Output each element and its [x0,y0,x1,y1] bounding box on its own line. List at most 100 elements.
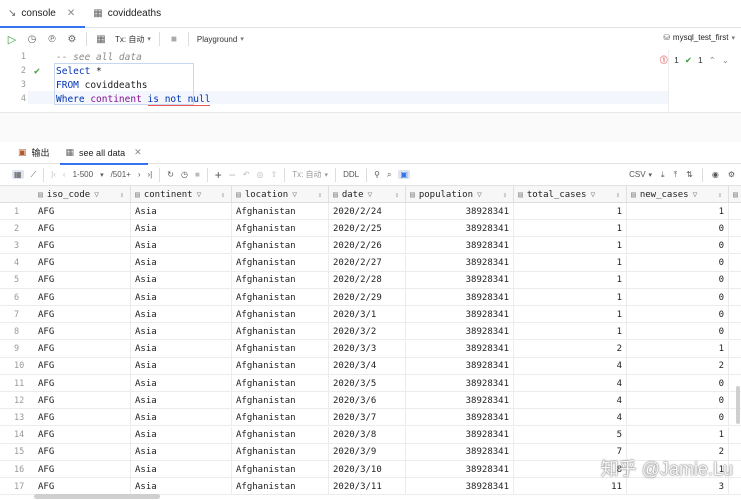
cell-new-cases[interactable]: 0 [627,254,729,272]
cell-location[interactable]: Afghanistan [232,237,329,255]
chevron-up-icon[interactable]: ⌃ [709,55,716,66]
cell-total-cases[interactable]: 1 [514,289,627,306]
sort-icon[interactable]: ⇕ [318,191,322,199]
row-number[interactable]: 5 [0,272,34,289]
cell-continent[interactable]: Asia [131,220,232,238]
chart-view-icon[interactable]: ⟋ [31,170,37,180]
cell-continent[interactable]: Asia [131,323,232,341]
ddl-button[interactable]: DDL [343,170,359,179]
cell-new-cases[interactable]: 0 [627,289,729,306]
next-page-icon[interactable]: › [138,170,141,179]
settings-icon[interactable]: ⚙ [66,33,78,45]
explain-icon[interactable]: ℗ [46,33,58,45]
cell-location[interactable]: Afghanistan [232,357,329,375]
cell-continent[interactable]: Asia [131,375,232,392]
close-icon[interactable]: ✕ [67,8,75,19]
chevron-down-icon[interactable]: ⌄ [722,55,729,66]
filter-icon[interactable]: ▽ [292,190,297,199]
cell-date[interactable]: 2020/2/28 [329,271,406,289]
cell-date[interactable]: 2020/2/25 [329,220,406,238]
cell-date[interactable]: 2020/2/27 [329,254,406,272]
vertical-scrollbar[interactable] [736,386,740,424]
table-row[interactable]: 8 AFG Asia Afghanistan 2020/3/2 38928341 1 0 [0,323,741,341]
cell-location[interactable]: Afghanistan [232,220,329,238]
row-number[interactable]: 13 [0,409,34,426]
cell-iso-code[interactable]: AFG [34,203,131,220]
result-grid[interactable]: ▤ iso_code ▽ ⇕ ▤ continent ▽ ⇕ ▤ location ▽ ⇕ ▤ da… [0,186,741,500]
cell-population[interactable]: 38928341 [406,478,514,496]
table-row[interactable]: 9 AFG Asia Afghanistan 2020/3/3 38928341 2 1 [0,340,741,358]
editor-results-splitter[interactable] [0,112,741,142]
prev-page-icon[interactable]: ‹ [63,170,66,179]
cell-date[interactable]: 2020/3/6 [329,392,406,410]
cell-date[interactable]: 2020/2/24 [329,203,406,220]
cell-total-cases[interactable]: 1 [514,220,627,238]
cell-location[interactable]: Afghanistan [232,375,329,392]
cell-total-cases[interactable]: 4 [514,375,627,392]
table-row[interactable]: 4 AFG Asia Afghanistan 2020/2/27 38928341 1 0 [0,254,741,272]
preview-icon[interactable]: ◎ [257,170,264,179]
cell-total-cases[interactable]: 1 [514,271,627,289]
connection-selector[interactable]: ⛁ mysql_test_first ▾ [663,33,735,42]
table-row[interactable]: 6 AFG Asia Afghanistan 2020/2/29 38928341 1 0 [0,289,741,306]
cell-population[interactable]: 38928341 [406,254,514,272]
cell-population[interactable]: 38928341 [406,306,514,324]
upload-icon[interactable]: ⤒ [674,170,678,180]
cell-date[interactable]: 2020/3/2 [329,323,406,341]
cell-continent[interactable]: Asia [131,254,232,272]
page-range[interactable]: 1-500 [73,170,93,179]
cell-continent[interactable]: Asia [131,237,232,255]
filter-icon[interactable]: ▽ [477,190,482,199]
filter-icon[interactable]: ▽ [94,190,99,199]
row-number[interactable]: 14 [0,427,34,444]
cell-total-cases[interactable]: 4 [514,357,627,375]
cell-location[interactable]: Afghanistan [232,426,329,444]
cell-total-cases[interactable]: 4 [514,409,627,427]
cell-location[interactable]: Afghanistan [232,409,329,427]
filter-icon[interactable]: ▽ [368,190,373,199]
stop-icon[interactable]: ■ [195,170,200,179]
table-row[interactable]: 7 AFG Asia Afghanistan 2020/3/1 38928341 1 0 [0,306,741,324]
cell-location[interactable]: Afghanistan [232,271,329,289]
column-header[interactable]: ▤ new_cases ▽ ⇕ [627,186,729,203]
download-icon[interactable]: ⤓ [661,170,665,180]
column-header[interactable]: ▤ population ▽ ⇕ [406,186,514,203]
last-page-icon[interactable]: ›| [148,170,153,179]
cell-iso-code[interactable]: AFG [34,254,131,272]
table-row[interactable]: 1 AFG Asia Afghanistan 2020/2/24 38928341 1 1 [0,203,741,220]
cell-date[interactable]: 2020/2/26 [329,237,406,255]
revert-icon[interactable]: ↶ [243,170,250,179]
row-number[interactable]: 8 [0,323,34,340]
cell-date[interactable]: 2020/3/1 [329,306,406,324]
column-header[interactable]: ▤ location ▽ ⇕ [232,186,329,203]
cell-population[interactable]: 38928341 [406,409,514,427]
row-number[interactable]: 4 [0,255,34,272]
cell-new-cases[interactable]: 0 [627,237,729,255]
cell-total-cases[interactable]: 5 [514,426,627,444]
cell-continent[interactable]: Asia [131,409,232,427]
cell-total-cases[interactable]: 1 [514,306,627,324]
tab-output[interactable]: ▣ 输出 [12,142,56,164]
cell-population[interactable]: 38928341 [406,323,514,341]
cell-new-cases[interactable]: 0 [627,220,729,238]
cell-location[interactable]: Afghanistan [232,254,329,272]
total-rows[interactable]: /501+ [111,170,131,179]
cell-new-cases[interactable]: 0 [627,409,729,427]
cell-continent[interactable]: Asia [131,271,232,289]
cell-new-cases[interactable]: 0 [627,392,729,410]
cell-date[interactable]: 2020/3/4 [329,357,406,375]
cell-date[interactable]: 2020/3/7 [329,409,406,427]
cell-population[interactable]: 38928341 [406,237,514,255]
cell-location[interactable]: Afghanistan [232,323,329,341]
row-number[interactable]: 16 [0,461,34,478]
row-number[interactable]: 6 [0,289,34,306]
first-page-icon[interactable]: |‹ [51,170,56,179]
filter-icon[interactable]: ▽ [590,190,595,199]
cell-iso-code[interactable]: AFG [34,271,131,289]
cell-date[interactable]: 2020/3/8 [329,426,406,444]
horizontal-scrollbar[interactable] [34,494,160,499]
cell-iso-code[interactable]: AFG [34,340,131,358]
cell-iso-code[interactable]: AFG [34,478,131,496]
row-number[interactable]: 1 [0,203,34,220]
cell-iso-code[interactable]: AFG [34,306,131,324]
